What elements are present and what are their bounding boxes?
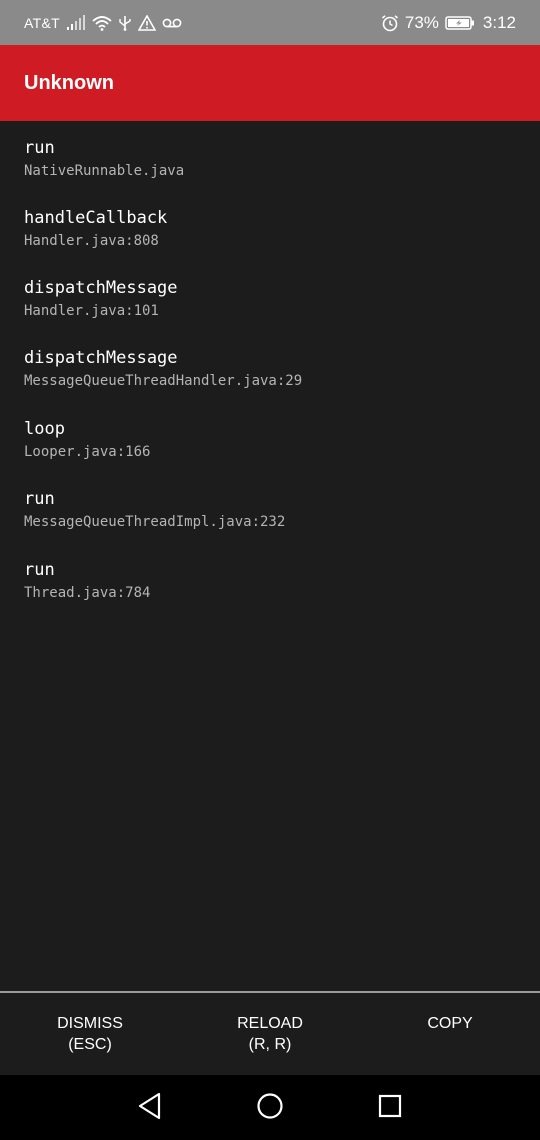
stack-frame-file: Thread.java:784 [24,585,151,601]
dismiss-button-shortcut: (ESC) [68,1036,112,1053]
stack-frame-method: handleCallback [24,208,168,228]
alarm-icon [381,14,399,32]
stack-frame-file: MessageQueueThreadHandler.java:29 [24,373,303,389]
status-left: AT&T [24,14,182,31]
reload-button[interactable]: RELOAD (R, R) [180,993,360,1075]
stack-frame[interactable]: run NativeRunnable.java [24,137,524,181]
stack-frame-method: run [24,138,55,158]
stack-frame-method: dispatchMessage [24,348,178,368]
stack-frame-method: dispatchMessage [24,278,178,298]
clock-time: 3:12 [482,12,516,32]
reload-button-shortcut: (R, R) [248,1036,292,1053]
status-bar: AT&T 73% 3:12 [0,0,540,45]
error-header: Unknown [0,45,540,121]
back-button[interactable] [134,1092,166,1124]
battery-percent: 73% [404,12,439,32]
stack-frame[interactable]: run Thread.java:784 [24,559,524,603]
stack-frame-file: MessageQueueThreadImpl.java:232 [24,514,286,530]
stack-frame[interactable]: loop Looper.java:166 [24,418,524,462]
action-bar: DISMISS (ESC) RELOAD (R, R) COPY [0,991,540,1075]
copy-button-label: COPY [427,1015,473,1032]
dismiss-button[interactable]: DISMISS (ESC) [0,993,180,1075]
recents-icon [377,1093,403,1124]
stack-frame[interactable]: handleCallback Handler.java:808 [24,207,524,251]
signal-icon [66,14,86,31]
stack-frame-file: NativeRunnable.java [24,163,185,179]
battery-charging-icon [445,15,475,31]
stack-frame-file: Handler.java:101 [24,303,159,319]
voicemail-icon [162,15,182,31]
stack-frame-method: loop [24,419,65,439]
home-button[interactable] [254,1092,286,1124]
warning-icon [137,14,156,31]
stack-frame-file: Looper.java:166 [24,444,151,460]
home-icon [256,1092,284,1125]
wifi-icon [92,15,112,31]
reload-button-label: RELOAD [237,1015,303,1032]
carrier-name: AT&T [24,14,60,31]
navigation-bar [0,1075,540,1140]
stack-frame[interactable]: dispatchMessage Handler.java:101 [24,277,524,321]
stack-frame-file: Handler.java:808 [24,233,159,249]
stack-frame-method: run [24,560,55,580]
status-right: 73% 3:12 [381,13,516,33]
stack-frame[interactable]: dispatchMessage MessageQueueThreadHandle… [24,347,524,391]
page-title: Unknown [24,71,114,94]
back-icon [137,1092,163,1125]
copy-button[interactable]: COPY [360,993,540,1075]
dismiss-button-label: DISMISS [57,1015,123,1032]
usb-icon [118,15,132,31]
recents-button[interactable] [374,1092,406,1124]
stack-frame[interactable]: run MessageQueueThreadImpl.java:232 [24,488,524,532]
stack-trace-list[interactable]: run NativeRunnable.java handleCallback H… [0,121,540,991]
stack-frame-method: run [24,489,55,509]
